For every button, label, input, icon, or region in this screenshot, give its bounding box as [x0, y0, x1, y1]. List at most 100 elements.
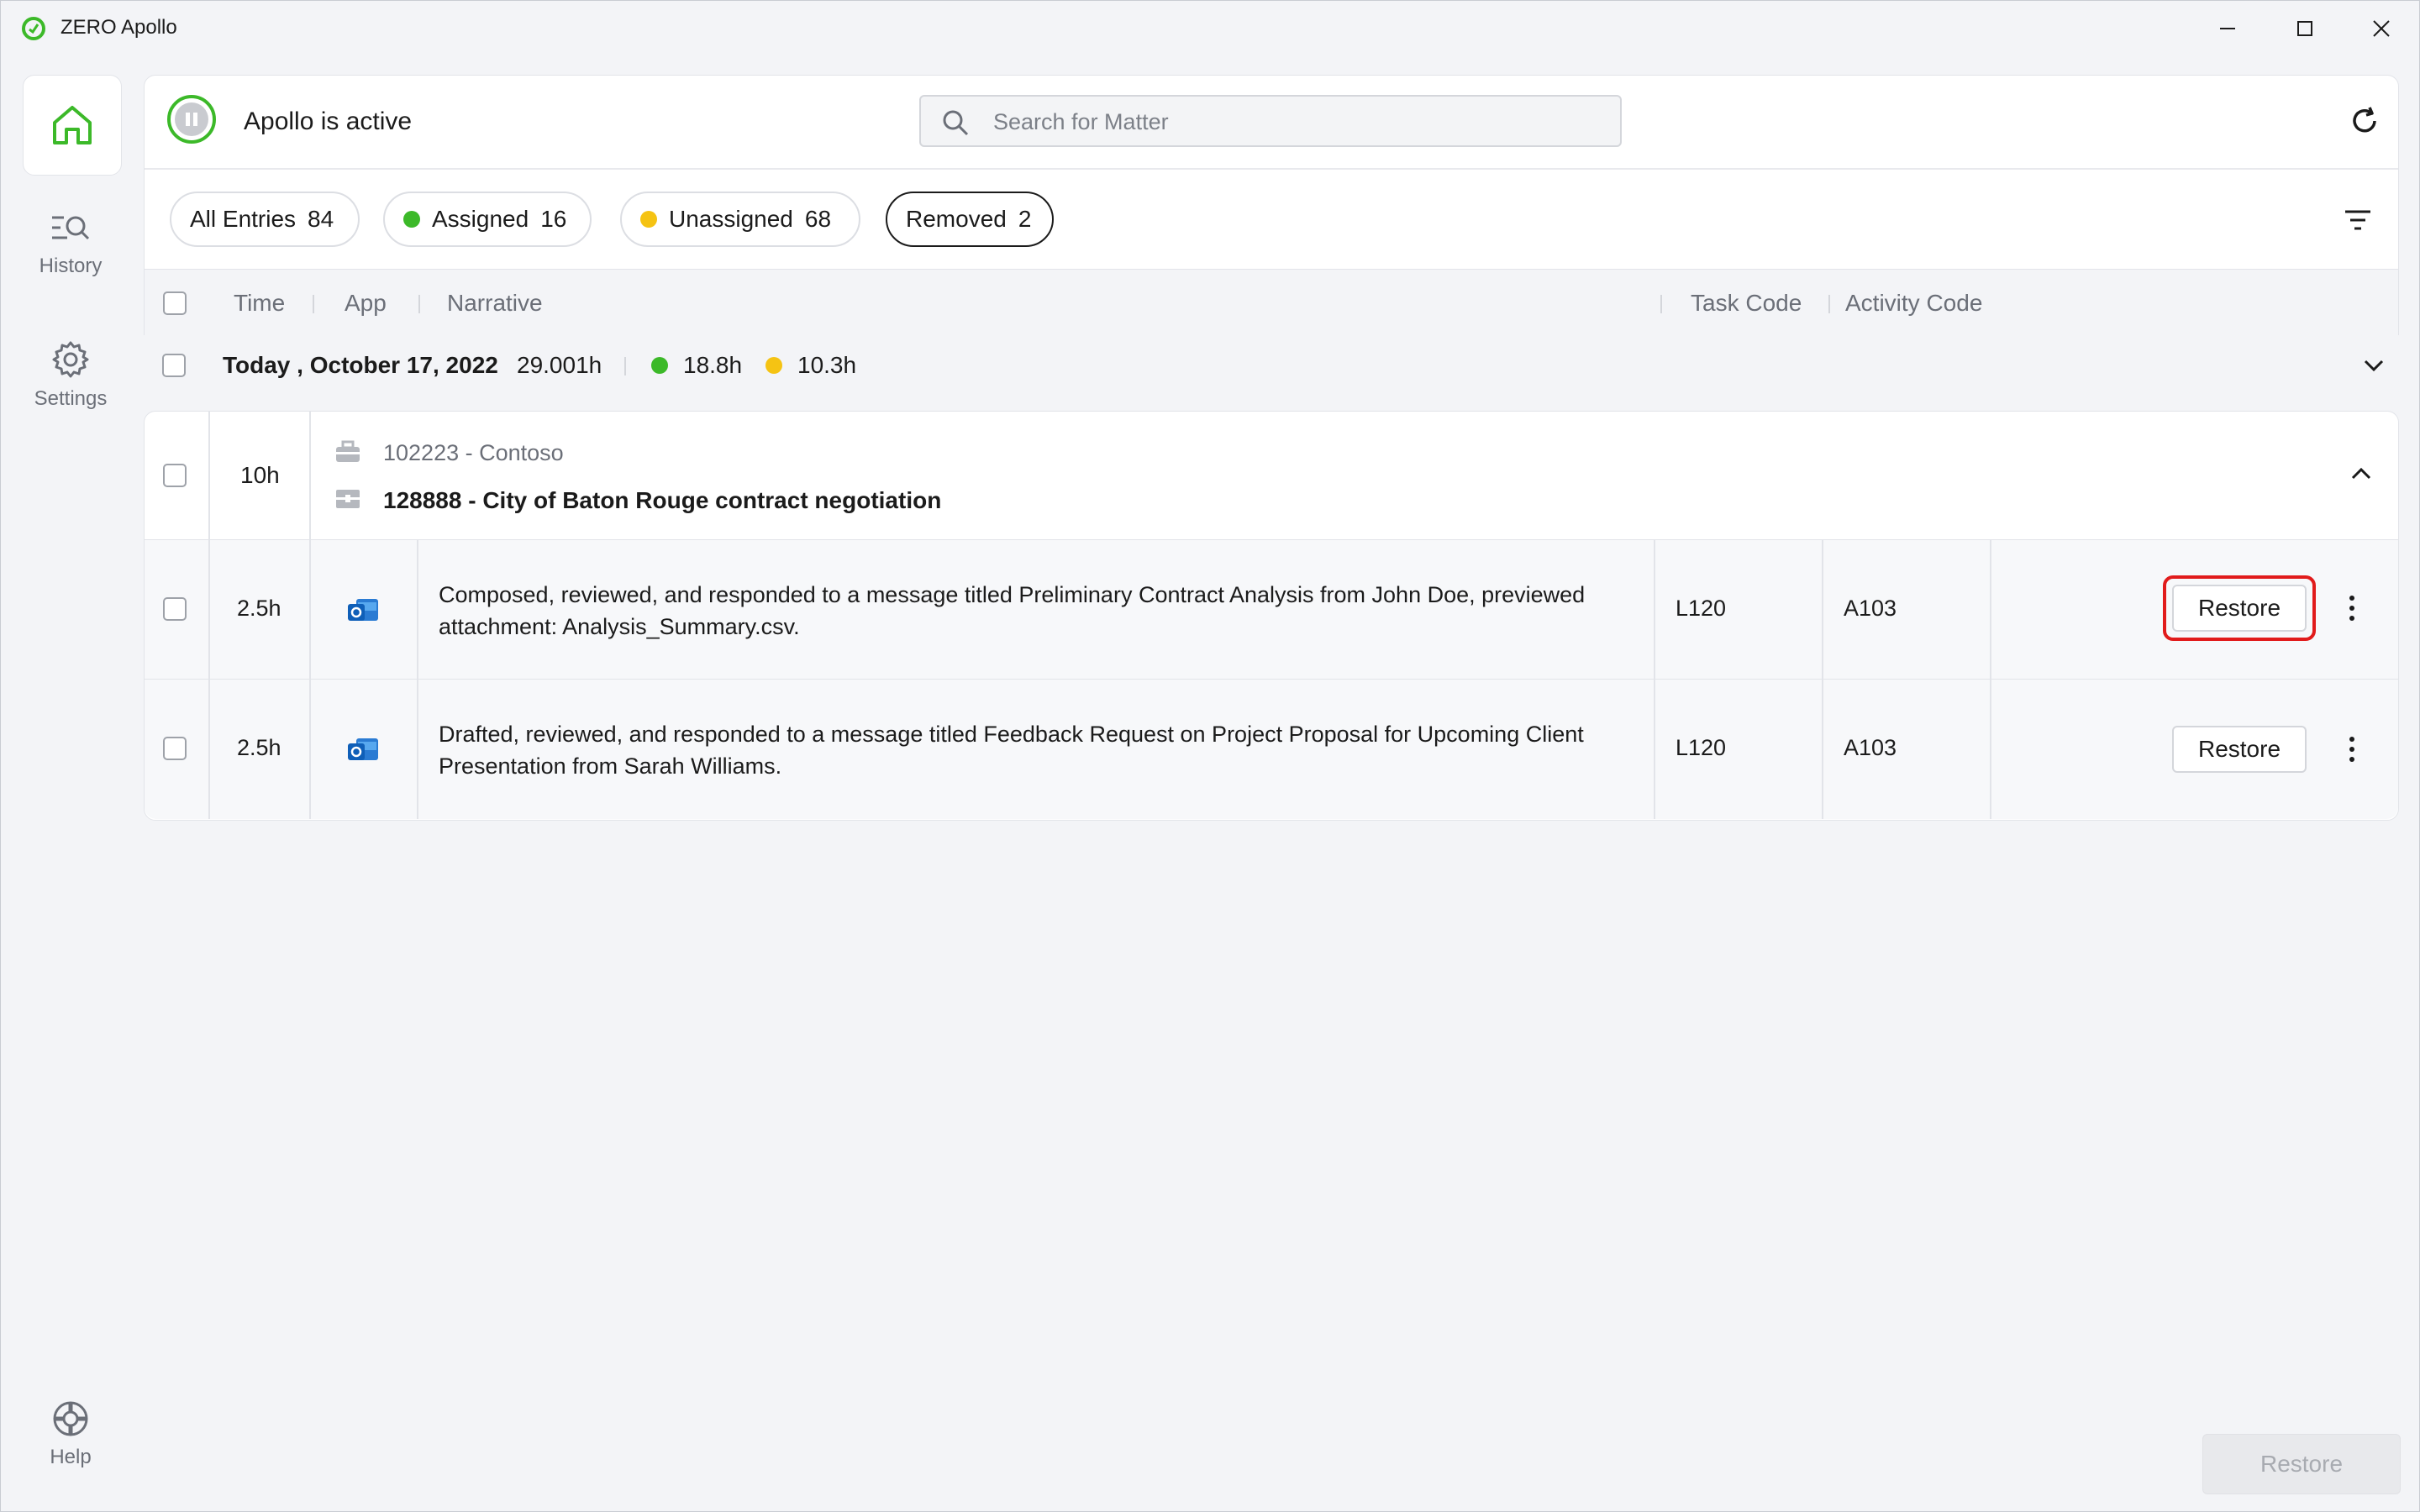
column-task-code: Task Code: [1691, 290, 1802, 316]
kebab-dot: [2349, 747, 2354, 752]
close-icon: [2373, 20, 2390, 37]
filter-chip-assigned[interactable]: Assigned 16: [383, 192, 592, 247]
search-box[interactable]: [919, 95, 1622, 147]
kebab-dot: [2349, 737, 2354, 742]
kebab-dot: [2349, 757, 2354, 762]
chip-count: 16: [540, 206, 567, 232]
briefcase-icon: [336, 440, 360, 462]
app-title: ZERO Apollo: [60, 16, 177, 39]
entry-checkbox[interactable]: [163, 737, 187, 760]
outlook-icon: [348, 738, 378, 760]
cell-divider: [1990, 680, 1991, 819]
cell-divider: [309, 412, 311, 539]
chip-label: All Entries: [190, 206, 297, 232]
cell-divider: [417, 680, 418, 819]
lifebuoy-icon: [53, 1401, 88, 1436]
header-divider: [145, 168, 2398, 170]
matter-time: 10h: [240, 462, 280, 488]
date-group-row: Today , October 17, 2022 29.001h 18.8h 1…: [144, 342, 2397, 389]
assigned-dot-icon: [651, 357, 668, 374]
main-panel: Apollo is active All Entries 84: [144, 75, 2399, 821]
gear-icon: [52, 341, 89, 378]
help-label: Help: [50, 1446, 92, 1468]
cell-divider: [1822, 540, 1823, 680]
refresh-button[interactable]: [2346, 102, 2383, 139]
minimize-icon: [2220, 28, 2235, 29]
entry-task-code: L120: [1676, 735, 1727, 760]
entry-activity-code: A103: [1844, 735, 1897, 760]
sidebar-item-label: Settings: [34, 387, 108, 410]
sidebar-item-settings[interactable]: Settings: [18, 340, 124, 411]
column-separator: [313, 295, 314, 313]
restore-button[interactable]: Restore: [2172, 726, 2307, 773]
date-group-label: Today , October 17, 2022: [223, 352, 498, 378]
matter-collapse-button[interactable]: [2349, 462, 2373, 490]
search-icon: [943, 110, 969, 136]
restore-button[interactable]: Restore: [2172, 585, 2307, 632]
chip-count: 84: [308, 206, 334, 232]
matter-checkbox[interactable]: [163, 464, 187, 487]
entry-time: 2.5h: [237, 735, 281, 760]
cell-divider: [1822, 680, 1823, 819]
kebab-dot: [2349, 596, 2354, 601]
filter-chip-all[interactable]: All Entries 84: [170, 192, 360, 247]
entry-checkbox[interactable]: [163, 597, 187, 621]
entry-narrative: Composed, reviewed, and responded to a m…: [439, 582, 1586, 639]
close-button[interactable]: [2344, 6, 2419, 51]
outlook-icon: [348, 599, 378, 621]
entry-row: 2.5h Composed, reviewed, and responded t…: [145, 539, 2398, 680]
history-search-icon: [52, 216, 90, 240]
cell-divider: [208, 540, 210, 680]
app-window: ZERO Apollo History Settings Help Apollo…: [0, 0, 2420, 1512]
chevron-down-icon: [2364, 360, 2384, 372]
cell-divider: [1654, 680, 1655, 819]
date-group-checkbox[interactable]: [162, 354, 186, 377]
select-all-checkbox[interactable]: [163, 291, 187, 315]
refresh-icon: [2353, 107, 2376, 133]
bulk-restore-button[interactable]: Restore: [2202, 1434, 2401, 1494]
chevron-up-icon: [2351, 467, 2371, 480]
sidebar-item-label: History: [39, 255, 103, 277]
column-separator: [1660, 295, 1662, 313]
sidebar-item-home[interactable]: [23, 75, 122, 176]
cell-divider: [1990, 540, 1991, 680]
filter-chip-unassigned[interactable]: Unassigned 68: [620, 192, 860, 247]
cell-divider: [417, 540, 418, 680]
matter-card: 10h 102223 - Contoso 128888 - City of Ba…: [144, 411, 2399, 821]
entry-narrative: Drafted, reviewed, and responded to a me…: [439, 722, 1584, 779]
chip-count: 2: [1018, 206, 1032, 232]
filter-chip-removed[interactable]: Removed 2: [886, 192, 1054, 247]
cell-divider: [309, 540, 311, 680]
more-options-button[interactable]: [2339, 587, 2365, 629]
minimize-button[interactable]: [2190, 6, 2265, 51]
entry-time: 2.5h: [237, 596, 281, 621]
date-group-collapse-button[interactable]: [2362, 354, 2386, 381]
pause-icon: [167, 95, 216, 144]
home-icon: [53, 106, 92, 144]
more-options-button[interactable]: [2339, 728, 2365, 770]
status-text: Apollo is active: [244, 108, 413, 135]
kebab-dot: [2349, 616, 2354, 621]
sidebar-item-history[interactable]: History: [18, 213, 124, 278]
filter-button[interactable]: [2339, 203, 2376, 237]
filter-icon: [2345, 210, 2370, 230]
column-app: App: [345, 290, 387, 316]
entry-row: 2.5h Drafted, reviewed, and responded to…: [145, 679, 2398, 819]
column-activity-code: Activity Code: [1845, 290, 1983, 316]
matter-client: 102223 - Contoso: [383, 440, 564, 465]
cell-divider: [208, 412, 210, 539]
assigned-dot-icon: [403, 211, 420, 228]
title-bar: ZERO Apollo: [1, 1, 2419, 56]
chip-label: Removed: [906, 206, 1007, 232]
header-card: Apollo is active All Entries 84: [144, 75, 2399, 335]
cell-divider: [309, 680, 311, 819]
cell-divider: [208, 680, 210, 819]
column-separator: [418, 295, 420, 313]
chip-count: 68: [804, 206, 832, 232]
column-header-row: Time App Narrative Task Code Activity Co…: [145, 269, 2398, 335]
kebab-dot: [2349, 606, 2354, 611]
search-input[interactable]: [992, 105, 1600, 139]
chip-label: Assigned: [432, 206, 529, 232]
sidebar-item-help[interactable]: Help: [18, 1400, 124, 1469]
maximize-button[interactable]: [2267, 6, 2343, 51]
